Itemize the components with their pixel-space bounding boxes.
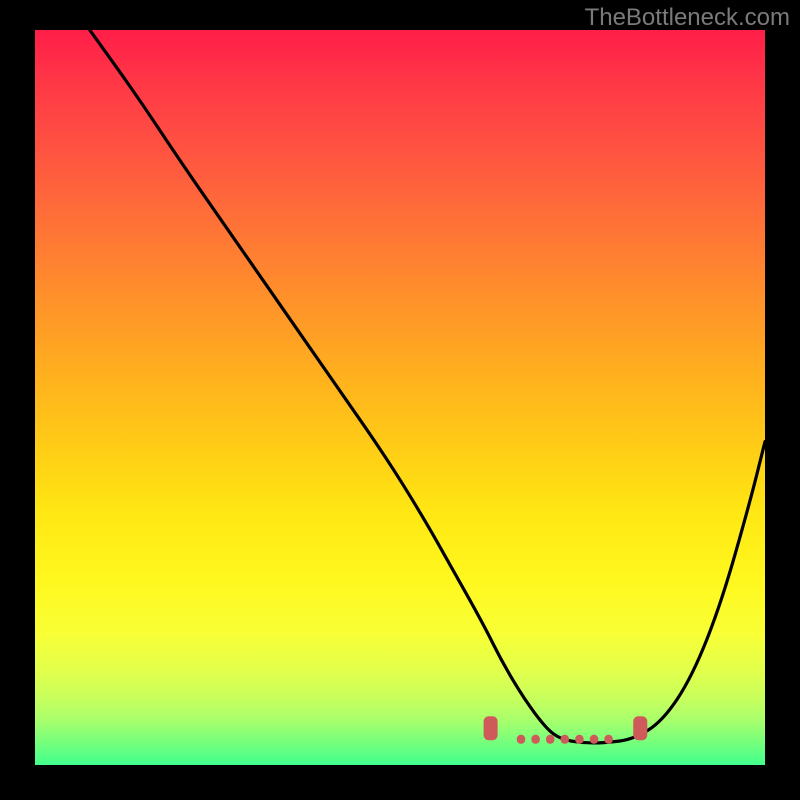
- band-edge-marker: [633, 716, 647, 740]
- band-dash: [575, 735, 583, 744]
- plot-area: [35, 30, 765, 765]
- band-edge-marker: [484, 716, 498, 740]
- band-dash: [531, 735, 539, 744]
- band-dash: [517, 735, 525, 744]
- watermark-label: TheBottleneck.com: [585, 4, 790, 32]
- chart-container: TheBottleneck.com: [0, 0, 800, 800]
- band-dash: [590, 735, 598, 744]
- band-dash: [604, 735, 612, 744]
- bottleneck-curve: [90, 30, 765, 743]
- band-dash: [561, 735, 569, 744]
- band-dash: [546, 735, 554, 744]
- curve-layer: [35, 30, 765, 765]
